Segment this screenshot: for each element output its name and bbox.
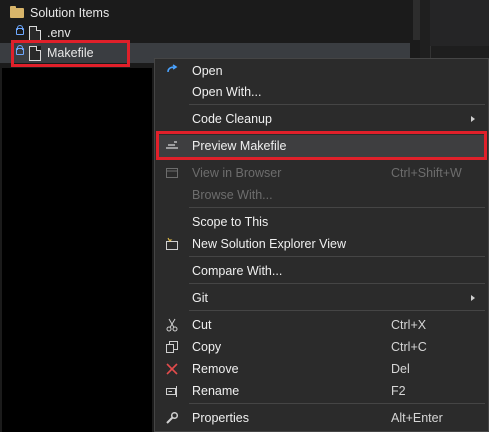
menu-item-label: Open With... <box>192 85 262 99</box>
menu-item-rename[interactable]: Rename F2 <box>156 380 487 402</box>
new-explorer-view-icon <box>166 237 178 250</box>
menu-item-label: New Solution Explorer View <box>192 237 347 251</box>
submenu-arrow-icon <box>471 295 475 301</box>
terminal-panel <box>2 68 152 432</box>
menu-item-label: Git <box>192 291 208 305</box>
tree-item-label: Solution Items <box>30 6 110 20</box>
env-file-icon <box>29 26 41 41</box>
menu-separator <box>189 207 485 208</box>
menu-item-label: Compare With... <box>192 264 283 278</box>
menu-item-label: Code Cleanup <box>192 112 272 126</box>
menu-separator <box>189 310 485 311</box>
menu-item-label: View in Browser <box>192 166 282 180</box>
menu-item-label: Browse With... <box>192 188 273 202</box>
menu-item-shortcut: Ctrl+Shift+W <box>391 166 462 180</box>
menu-item-code-cleanup[interactable]: Code Cleanup <box>156 108 487 130</box>
submenu-arrow-icon <box>471 116 475 122</box>
menu-item-label: Rename <box>192 384 240 398</box>
menu-item-copy[interactable]: Copy Ctrl+C <box>156 336 487 358</box>
menu-item-shortcut: Alt+Enter <box>391 411 443 425</box>
menu-item-label: Properties <box>192 411 249 425</box>
menu-item-shortcut: Ctrl+C <box>391 340 427 354</box>
menu-item-new-solution-explorer-view[interactable]: New Solution Explorer View <box>156 233 487 255</box>
menu-separator <box>189 256 485 257</box>
lock-icon <box>16 25 24 35</box>
menu-item-label: Remove <box>192 362 239 376</box>
folder-icon <box>10 6 24 18</box>
menu-item-shortcut: F2 <box>391 384 406 398</box>
menu-item-scope-to-this[interactable]: Scope to This <box>156 211 487 233</box>
menu-item-open[interactable]: Open <box>156 60 487 82</box>
remove-x-icon <box>166 363 178 375</box>
menu-separator <box>189 283 485 284</box>
menu-item-shortcut: Del <box>391 362 410 376</box>
menu-item-label: Cut <box>192 318 212 332</box>
scissors-icon <box>166 318 178 332</box>
open-icon <box>167 64 178 73</box>
makefile-highlight-box <box>11 40 130 67</box>
right-side-panel-header <box>430 0 489 46</box>
menu-item-label: Open <box>192 64 223 78</box>
menu-item-properties[interactable]: Properties Alt+Enter <box>156 407 487 429</box>
rename-icon <box>166 386 177 397</box>
menu-item-compare-with[interactable]: Compare With... <box>156 260 487 282</box>
preview-makefile-highlight-box <box>156 131 487 160</box>
menu-separator <box>189 104 485 105</box>
menu-item-label: Copy <box>192 340 222 354</box>
menu-separator <box>189 403 485 404</box>
menu-item-browse-with: Browse With... <box>156 184 487 206</box>
menu-item-view-in-browser: View in Browser Ctrl+Shift+W <box>156 162 487 184</box>
menu-item-cut[interactable]: Cut Ctrl+X <box>156 314 487 336</box>
wrench-icon <box>166 411 179 424</box>
tree-item-solution-items[interactable]: Solution Items <box>0 3 420 23</box>
menu-item-shortcut: Ctrl+X <box>391 318 427 332</box>
context-menu: Open Open With... Code Cleanup Preview M… <box>154 58 489 432</box>
copy-icon <box>166 341 178 353</box>
browser-icon <box>166 168 178 178</box>
menu-item-remove[interactable]: Remove Del <box>156 358 487 380</box>
menu-item-label: Scope to This <box>192 215 269 229</box>
menu-item-git[interactable]: Git <box>156 287 487 309</box>
menu-item-open-with[interactable]: Open With... <box>156 81 487 103</box>
